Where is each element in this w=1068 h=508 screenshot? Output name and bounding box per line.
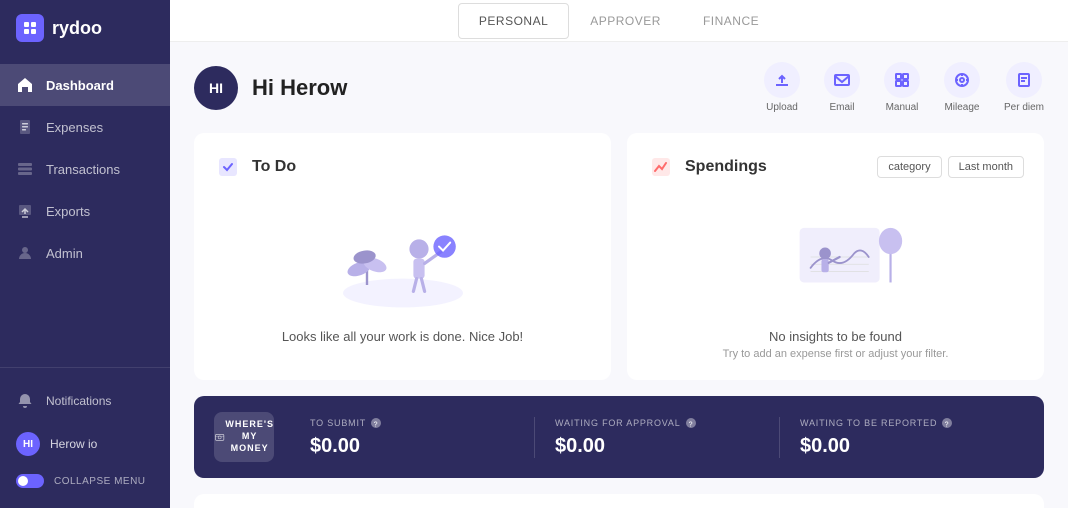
recommendations-card: Recommendations [194, 494, 1044, 508]
todo-icon [214, 153, 242, 181]
collapse-toggle[interactable] [16, 474, 44, 488]
user-item[interactable]: HI Herow io [0, 422, 170, 466]
todo-card-header: To Do [214, 153, 591, 181]
per-diem-action[interactable]: Per diem [1004, 62, 1044, 113]
greeting-area: HI Hi Herow [194, 66, 347, 110]
email-icon [824, 62, 860, 98]
spendings-buttons: category Last month [877, 156, 1024, 178]
notifications-label: Notifications [46, 394, 111, 408]
waiting-reported-label: WAITING TO BE REPORTED ? [800, 417, 1004, 429]
logo-icon [16, 14, 44, 42]
header-row: HI Hi Herow Upload [194, 62, 1044, 113]
admin-icon [16, 244, 34, 262]
mileage-icon [944, 62, 980, 98]
upload-label: Upload [766, 102, 798, 113]
spendings-title: Spendings [685, 158, 767, 176]
sidebar-item-transactions[interactable]: Transactions [0, 148, 170, 190]
svg-text:?: ? [945, 421, 950, 428]
sidebar-item-dashboard[interactable]: Dashboard [0, 64, 170, 106]
to-submit-label: TO SUBMIT ? [310, 417, 514, 429]
waiting-reported-value: $0.00 [800, 435, 1004, 458]
greeting-text: Hi Herow [252, 75, 347, 101]
category-filter-button[interactable]: category [877, 156, 941, 178]
waiting-reported-section: WAITING TO BE REPORTED ? $0.00 [780, 417, 1024, 458]
transactions-icon [16, 160, 34, 178]
admin-label: Admin [46, 246, 83, 261]
top-tabs: PERSONAL APPROVER FINANCE [458, 3, 780, 39]
sidebar-item-admin[interactable]: Admin [0, 232, 170, 274]
money-icon [214, 422, 225, 452]
waiting-approval-label: WAITING FOR APPROVAL ? [555, 417, 759, 429]
main-area: PERSONAL APPROVER FINANCE HI Hi Herow [170, 0, 1068, 508]
exports-label: Exports [46, 204, 90, 219]
dashboard-label: Dashboard [46, 78, 114, 93]
money-bar: WHERE'S MY MONEY TO SUBMIT ? $0.00 WAITI… [194, 396, 1044, 478]
user-avatar-large: HI [194, 66, 238, 110]
money-bar-icon-area: WHERE'S MY MONEY [214, 412, 274, 462]
sidebar-bottom: Notifications HI Herow io COLLAPSE MENU [0, 367, 170, 508]
to-submit-value: $0.00 [310, 435, 514, 458]
help-icon-0: ? [370, 417, 382, 429]
spendings-empty-title: No insights to be found [769, 329, 902, 344]
spendings-illustration [756, 197, 916, 317]
help-icon-2: ? [941, 417, 953, 429]
manual-label: Manual [886, 102, 919, 113]
action-icons: Upload Email [764, 62, 1044, 113]
spendings-icon [647, 153, 675, 181]
todo-title: To Do [252, 158, 296, 176]
spendings-content: No insights to be found Try to add an ex… [647, 197, 1024, 360]
top-nav: PERSONAL APPROVER FINANCE [170, 0, 1068, 42]
home-icon [16, 76, 34, 94]
spendings-card: Spendings category Last month [627, 133, 1044, 380]
sidebar-item-expenses[interactable]: Expenses [0, 106, 170, 148]
manual-action[interactable]: Manual [884, 62, 920, 113]
svg-text:?: ? [688, 421, 693, 428]
expenses-label: Expenses [46, 120, 103, 135]
last-month-filter-button[interactable]: Last month [948, 156, 1024, 178]
sidebar-item-exports[interactable]: Exports [0, 190, 170, 232]
upload-icon [764, 62, 800, 98]
spendings-header-left: Spendings [647, 153, 767, 181]
waiting-approval-value: $0.00 [555, 435, 759, 458]
content-area: HI Hi Herow Upload [170, 42, 1068, 508]
bell-icon [16, 392, 34, 410]
money-bar-label: WHERE'S MY MONEY [225, 419, 274, 454]
todo-empty-message: Looks like all your work is done. Nice J… [282, 329, 523, 344]
tab-approver[interactable]: APPROVER [569, 3, 682, 39]
todo-illustration [323, 197, 483, 317]
svg-text:?: ? [374, 421, 379, 428]
mileage-label: Mileage [944, 102, 979, 113]
collapse-menu-item[interactable]: COLLAPSE MENU [0, 466, 170, 496]
sidebar: rydoo Dashboard Expenses [0, 0, 170, 508]
user-name: Herow io [50, 437, 97, 451]
email-label: Email [829, 102, 854, 113]
exports-icon [16, 202, 34, 220]
to-submit-section: TO SUBMIT ? $0.00 [290, 417, 535, 458]
email-action[interactable]: Email [824, 62, 860, 113]
waiting-approval-section: WAITING FOR APPROVAL ? $0.00 [535, 417, 780, 458]
collapse-label: COLLAPSE MENU [54, 476, 146, 487]
help-icon-1: ? [685, 417, 697, 429]
manual-icon [884, 62, 920, 98]
notifications-item[interactable]: Notifications [0, 380, 170, 422]
todo-card: To Do [194, 133, 611, 380]
todo-content: Looks like all your work is done. Nice J… [214, 197, 591, 344]
logo-area: rydoo [0, 0, 170, 56]
per-diem-icon [1006, 62, 1042, 98]
mileage-action[interactable]: Mileage [944, 62, 980, 113]
receipt-icon [16, 118, 34, 136]
upload-action[interactable]: Upload [764, 62, 800, 113]
tab-finance[interactable]: FINANCE [682, 3, 780, 39]
tab-personal[interactable]: PERSONAL [458, 3, 569, 39]
spendings-empty-sub: Try to add an expense first or adjust yo… [723, 348, 949, 360]
app-name: rydoo [52, 18, 102, 39]
per-diem-label: Per diem [1004, 102, 1044, 113]
sidebar-nav: Dashboard Expenses [0, 56, 170, 367]
cards-row: To Do [194, 133, 1044, 380]
spendings-header: Spendings category Last month [647, 153, 1024, 181]
transactions-label: Transactions [46, 162, 120, 177]
user-avatar: HI [16, 432, 40, 456]
